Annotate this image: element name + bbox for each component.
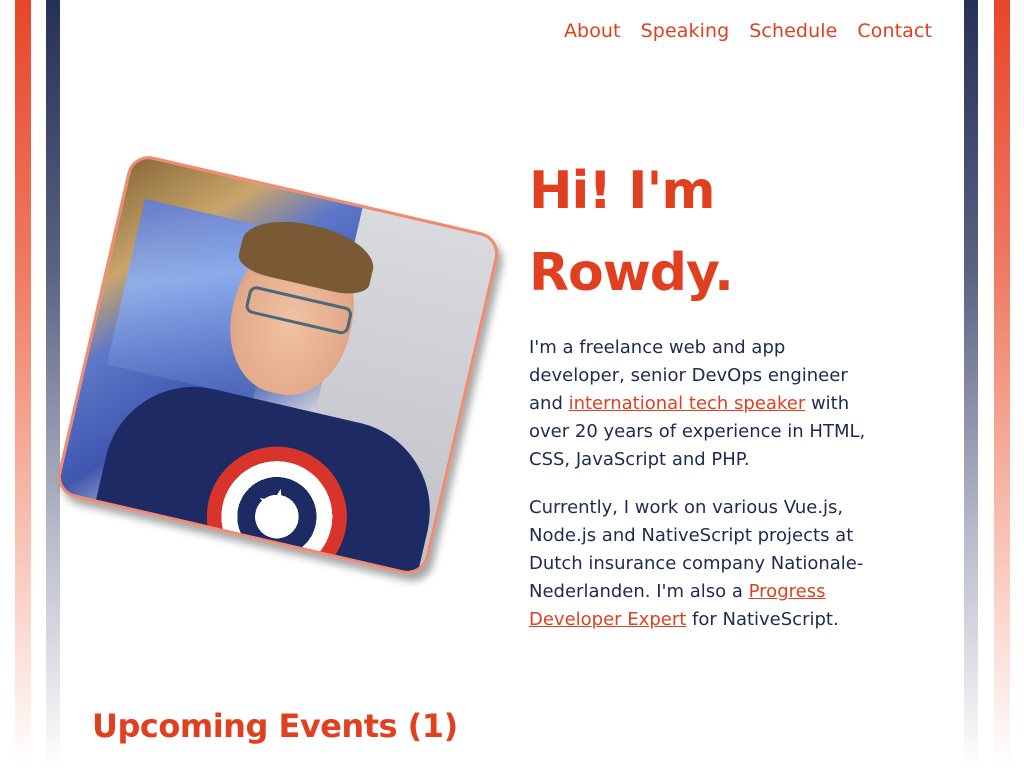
hero-heading-line2: Rowdy.	[529, 243, 734, 303]
profile-photo-frame: ★	[53, 151, 503, 579]
decorative-stripe-right-navy	[964, 0, 978, 768]
tech-speaker-link[interactable]: international tech speaker	[569, 393, 806, 414]
work-text-end: for NativeScript.	[686, 609, 839, 630]
hero-heading: Hi! I'm Rowdy.	[529, 150, 879, 314]
upcoming-events-heading: Upcoming Events (1)	[92, 707, 458, 745]
page: About Speaking Schedule Contact ★ Hi! I'…	[0, 0, 1024, 768]
nav-link-speaking[interactable]: Speaking	[641, 20, 730, 42]
intro-paragraph: I'm a freelance web and app developer, s…	[529, 334, 879, 474]
hero-section: Hi! I'm Rowdy. I'm a freelance web and a…	[529, 150, 879, 654]
decorative-stripe-left-orange	[15, 0, 31, 768]
decorative-stripe-right-orange	[994, 0, 1010, 768]
hero-heading-line1: Hi! I'm	[529, 161, 716, 221]
current-work-paragraph: Currently, I work on various Vue.js, Nod…	[529, 494, 879, 634]
decorative-stripe-left-navy	[46, 0, 60, 768]
profile-photo: ★	[53, 151, 503, 579]
nav-link-contact[interactable]: Contact	[857, 20, 932, 42]
main-navigation: About Speaking Schedule Contact	[564, 20, 932, 42]
nav-link-schedule[interactable]: Schedule	[749, 20, 837, 42]
nav-link-about[interactable]: About	[564, 20, 621, 42]
